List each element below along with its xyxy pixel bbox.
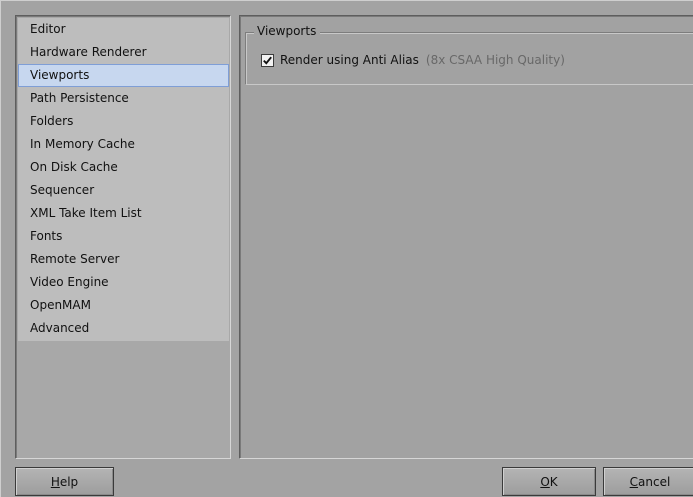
- category-item-in-memory-cache[interactable]: In Memory Cache: [18, 133, 229, 156]
- ok-accelerator: O: [540, 474, 550, 489]
- help-label: elp: [59, 474, 79, 489]
- category-item-on-disk-cache[interactable]: On Disk Cache: [18, 156, 229, 179]
- cancel-accelerator: C: [629, 474, 639, 489]
- anti-alias-detail: (8x CSAA High Quality): [425, 53, 565, 67]
- anti-alias-label: Render using Anti Alias: [280, 53, 419, 67]
- ok-label: K: [549, 474, 558, 489]
- category-item-fonts[interactable]: Fonts: [18, 225, 229, 248]
- category-item-folders[interactable]: Folders: [18, 110, 229, 133]
- category-item-xml-take-item-list[interactable]: XML Take Item List: [18, 202, 229, 225]
- help-accelerator: H: [50, 474, 60, 489]
- anti-alias-checkbox[interactable]: [261, 53, 274, 67]
- cancel-button[interactable]: Cancel: [603, 467, 693, 496]
- anti-alias-option[interactable]: Render using Anti Alias (8x CSAA High Qu…: [261, 51, 565, 69]
- category-item-advanced[interactable]: Advanced: [18, 317, 229, 340]
- category-item-viewports[interactable]: Viewports: [18, 64, 229, 87]
- category-item-path-persistence[interactable]: Path Persistence: [18, 87, 229, 110]
- help-button[interactable]: Help: [15, 467, 114, 496]
- category-panel: Editor Hardware Renderer Viewports Path …: [15, 15, 231, 459]
- category-list[interactable]: Editor Hardware Renderer Viewports Path …: [18, 18, 229, 341]
- category-item-video-engine[interactable]: Video Engine: [18, 271, 229, 294]
- preferences-window: Editor Hardware Renderer Viewports Path …: [0, 0, 693, 497]
- cancel-label: ancel: [638, 474, 671, 489]
- settings-panel: Viewports Render using Anti Alias (8x CS…: [239, 15, 693, 459]
- ok-button[interactable]: OK: [502, 467, 596, 496]
- category-item-sequencer[interactable]: Sequencer: [18, 179, 229, 202]
- category-item-openmam[interactable]: OpenMAM: [18, 294, 229, 317]
- group-title: Viewports: [254, 23, 321, 39]
- category-item-hardware-renderer[interactable]: Hardware Renderer: [18, 41, 229, 64]
- category-item-remote-server[interactable]: Remote Server: [18, 248, 229, 271]
- category-item-editor[interactable]: Editor: [18, 18, 229, 41]
- checkmark-icon: [263, 56, 272, 65]
